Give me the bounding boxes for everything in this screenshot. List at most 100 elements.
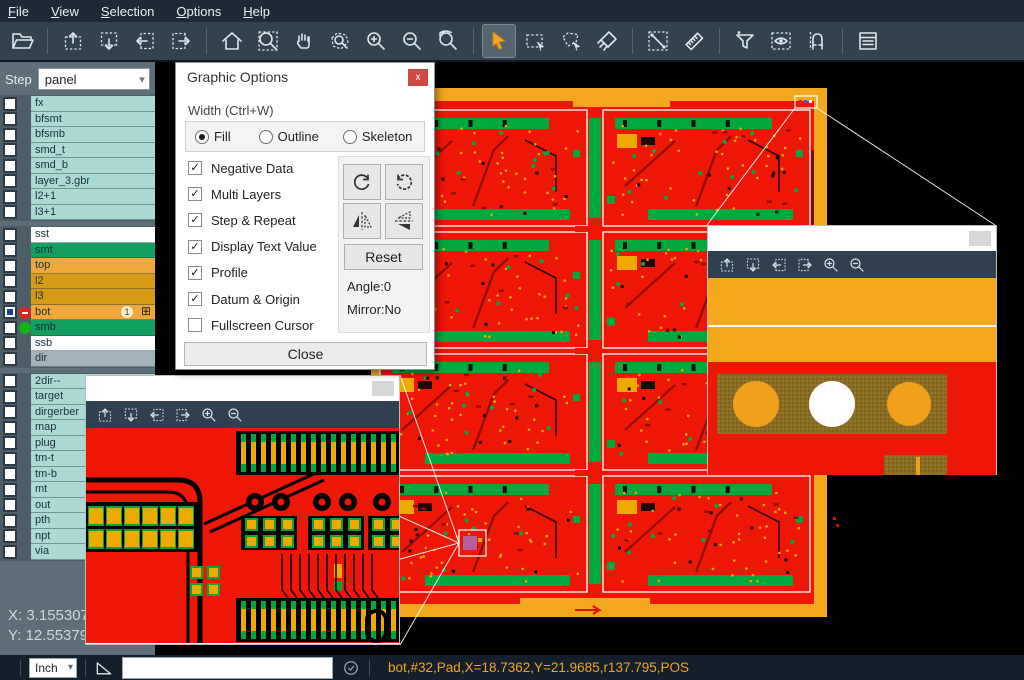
zoom-polygon-button[interactable]	[324, 25, 356, 57]
layer-checkbox[interactable]	[3, 545, 17, 559]
checkbox-multi-layers[interactable]: ✓Multi Layers	[188, 186, 281, 202]
select-cursor-button[interactable]	[483, 25, 515, 57]
pan-down-button[interactable]	[118, 404, 144, 426]
menu-selection[interactable]: Selection	[101, 4, 154, 19]
snap-magnet-button[interactable]	[801, 25, 833, 57]
reset-button[interactable]: Reset	[344, 244, 423, 270]
pan-up-button[interactable]	[57, 25, 89, 57]
layer-checkbox[interactable]	[3, 336, 17, 350]
layer-checkbox[interactable]	[3, 483, 17, 497]
home-button[interactable]	[216, 25, 248, 57]
layer-name[interactable]: top	[31, 258, 155, 274]
layer-name[interactable]: ssb	[31, 336, 155, 352]
menu-file[interactable]: File	[8, 4, 29, 19]
layer-name[interactable]: bfsmb	[31, 127, 155, 143]
layers-panel-button[interactable]	[852, 25, 884, 57]
layer-checkbox[interactable]	[3, 352, 17, 366]
open-folder-button[interactable]	[6, 25, 38, 57]
layer-row-bfsmt[interactable]: bfsmt	[0, 112, 155, 128]
pan-up-button[interactable]	[92, 404, 118, 426]
layer-checkbox[interactable]	[3, 452, 17, 466]
rotate-ccw-button[interactable]	[385, 164, 423, 200]
menu-options[interactable]: Options	[176, 4, 221, 19]
zoom-area-button[interactable]	[252, 25, 284, 57]
radio-fill[interactable]: Fill	[195, 129, 231, 144]
layer-checkbox[interactable]	[3, 128, 17, 142]
pan-left-button[interactable]	[766, 254, 792, 276]
layer-checkbox[interactable]	[3, 321, 17, 335]
angle-measure-icon[interactable]	[94, 658, 114, 678]
radio-circle[interactable]	[195, 130, 209, 144]
step-select[interactable]: panel ▾	[38, 68, 150, 90]
filter-button[interactable]	[729, 25, 761, 57]
layer-row-dir[interactable]: dir	[0, 351, 155, 367]
pan-right-button[interactable]	[170, 404, 196, 426]
layer-name[interactable]: l2	[31, 274, 155, 290]
layer-checkbox[interactable]	[3, 436, 17, 450]
layer-checkbox[interactable]	[3, 97, 17, 111]
layer-checkbox[interactable]	[3, 529, 17, 543]
checkbox-profile[interactable]: ✓Profile	[188, 265, 248, 281]
pan-down-button[interactable]	[93, 25, 125, 57]
checkbox-display-text-value[interactable]: ✓Display Text Value	[188, 239, 317, 255]
refresh-icon[interactable]	[341, 658, 361, 678]
window-button[interactable]	[372, 381, 394, 396]
layer-checkbox[interactable]	[3, 305, 17, 319]
checkbox-fullscreen-cursor[interactable]: Fullscreen Cursor	[188, 317, 314, 333]
layer-row-l2[interactable]: l2	[0, 274, 155, 290]
zoom-in-button[interactable]	[360, 25, 392, 57]
checkbox-datum-origin[interactable]: ✓Datum & Origin	[188, 291, 300, 307]
pan-hand-button[interactable]	[288, 25, 320, 57]
checkbox-box[interactable]	[188, 318, 202, 332]
zoom-out-button[interactable]	[844, 254, 870, 276]
layer-name[interactable]: bot1⊞	[31, 305, 155, 321]
layer-name[interactable]: l3	[31, 289, 155, 305]
layer-name[interactable]: l3+1	[31, 205, 155, 221]
layer-name[interactable]: dir	[31, 351, 155, 367]
layer-checkbox[interactable]	[3, 498, 17, 512]
radio-circle[interactable]	[259, 130, 273, 144]
select-rect-button[interactable]	[519, 25, 551, 57]
layer-checkbox[interactable]	[3, 259, 17, 273]
zoom-out-button[interactable]	[222, 404, 248, 426]
view-eye-button[interactable]	[765, 25, 797, 57]
layer-row-smt[interactable]: smt	[0, 243, 155, 259]
pan-left-button[interactable]	[129, 25, 161, 57]
close-button[interactable]: Close	[184, 342, 427, 366]
layer-name[interactable]: smd_t	[31, 143, 155, 159]
checkbox-box[interactable]: ✓	[188, 213, 202, 227]
layer-row-fx[interactable]: fx	[0, 96, 155, 112]
layer-row-smd_b[interactable]: smd_b	[0, 158, 155, 174]
zoom-in-button[interactable]	[818, 254, 844, 276]
mirror-horizontal-button[interactable]	[343, 203, 381, 239]
layer-row-smb[interactable]: smb	[0, 320, 155, 336]
layer-row-layer_3.gbr[interactable]: layer_3.gbr	[0, 174, 155, 190]
magnifier-window-right[interactable]	[707, 225, 997, 475]
mirror-vertical-button[interactable]	[385, 203, 423, 239]
layer-checkbox[interactable]	[3, 390, 17, 404]
layer-checkbox[interactable]	[3, 405, 17, 419]
layer-row-l3+1[interactable]: l3+1	[0, 205, 155, 221]
layer-checkbox[interactable]	[3, 190, 17, 204]
command-input[interactable]	[122, 657, 333, 679]
menu-view[interactable]: View	[51, 4, 79, 19]
layer-checkbox[interactable]	[3, 374, 17, 388]
radio-outline[interactable]: Outline	[259, 129, 319, 144]
layer-checkbox[interactable]	[3, 143, 17, 157]
layer-name[interactable]: layer_3.gbr	[31, 174, 155, 190]
magnifier-window-bottom-left[interactable]	[85, 375, 400, 645]
measure-line-button[interactable]	[642, 25, 674, 57]
layer-checkbox[interactable]	[3, 274, 17, 288]
magnifier-title-bar[interactable]	[708, 226, 996, 251]
select-polygon-button[interactable]	[555, 25, 587, 57]
window-button[interactable]	[969, 231, 991, 246]
layer-row-bfsmb[interactable]: bfsmb	[0, 127, 155, 143]
layer-name[interactable]: smt	[31, 243, 155, 259]
pan-left-button[interactable]	[144, 404, 170, 426]
checkbox-box[interactable]: ✓	[188, 187, 202, 201]
measure-ruler-button[interactable]	[678, 25, 710, 57]
checkbox-negative-data[interactable]: ✓Negative Data	[188, 160, 293, 176]
close-icon[interactable]: x	[408, 69, 428, 86]
layer-row-sst[interactable]: sst	[0, 227, 155, 243]
checkbox-step-repeat[interactable]: ✓Step & Repeat	[188, 212, 296, 228]
